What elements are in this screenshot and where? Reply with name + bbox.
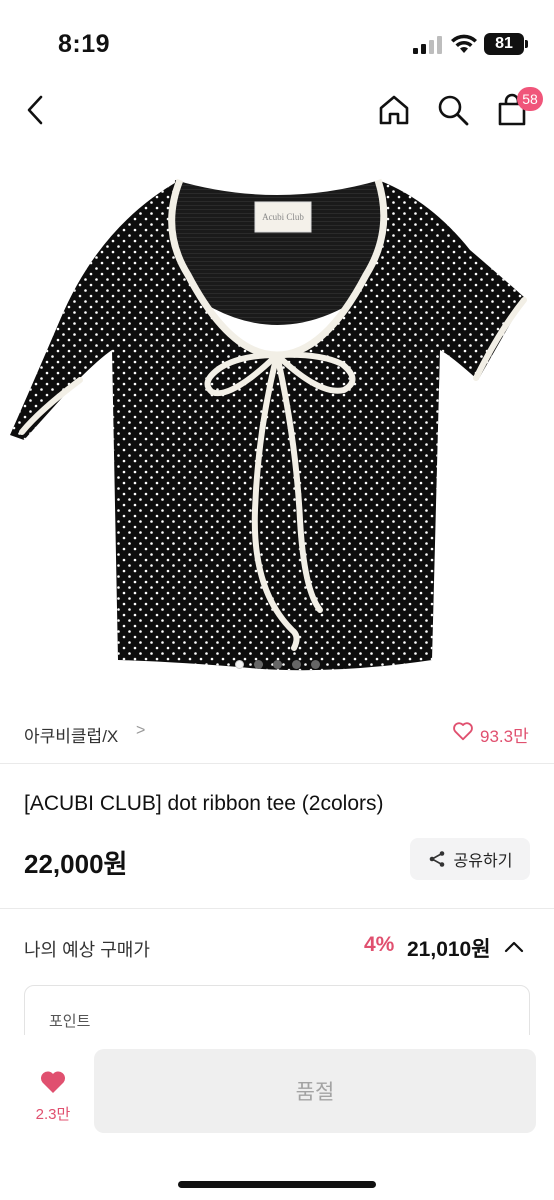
back-button[interactable]	[14, 88, 58, 132]
like-count: 93.3만	[480, 727, 529, 746]
soldout-label: 품절	[295, 1081, 335, 1104]
home-icon	[379, 95, 409, 125]
pagination-dot[interactable]	[253, 660, 263, 669]
pagination-dot[interactable]	[310, 660, 320, 669]
battery-indicator: 81	[484, 33, 524, 55]
point-label: 포인트	[49, 1013, 91, 1030]
pagination-dot[interactable]	[291, 660, 301, 669]
pagination-dot[interactable]	[234, 660, 244, 669]
wishlist-button[interactable]: 2.3만	[22, 1065, 84, 1129]
expected-price: 21,010원	[407, 938, 491, 961]
product-price: 22,000원	[24, 849, 128, 879]
home-button[interactable]	[372, 88, 416, 132]
divider	[0, 763, 554, 764]
bottom-action-bar: 2.3만 품절	[0, 1035, 554, 1200]
battery-tip	[525, 40, 528, 48]
search-button[interactable]	[431, 88, 475, 132]
share-icon	[429, 851, 444, 867]
chevron-up-icon[interactable]	[503, 936, 525, 958]
wishlist-count: 2.3만	[35, 1106, 71, 1123]
heart-outline-icon[interactable]	[452, 720, 474, 742]
share-button[interactable]: 공유하기	[410, 838, 530, 880]
expected-price-label: 나의 예상 구매가	[24, 940, 150, 960]
soldout-button[interactable]: 품절	[94, 1049, 536, 1133]
chevron-left-icon	[27, 95, 43, 125]
product-title: [ACUBI CLUB] dot ribbon tee (2colors)	[24, 792, 384, 815]
home-indicator	[178, 1181, 376, 1188]
chevron-right-icon: >	[136, 722, 146, 739]
pagination-dot[interactable]	[272, 660, 282, 669]
discount-rate: 4%	[364, 933, 395, 956]
status-time: 8:19	[58, 30, 111, 58]
image-pagination	[0, 660, 554, 670]
status-bar: 8:19 81	[0, 0, 554, 88]
cart-count-badge: 58	[517, 87, 543, 111]
cellular-signal-icon	[413, 36, 442, 54]
share-label: 공유하기	[453, 853, 513, 870]
search-icon	[438, 95, 469, 126]
divider	[0, 908, 554, 909]
heart-filled-icon	[40, 1071, 66, 1093]
neck-tag-text: Acubi Club	[262, 212, 304, 222]
wifi-icon	[451, 34, 477, 53]
nav-bar	[0, 80, 554, 140]
brand-name[interactable]: 아쿠비클럽/X	[24, 722, 118, 747]
product-image[interactable]: Acubi Club	[0, 150, 554, 685]
brand-row[interactable]: 아쿠비클럽/X > 93.3만	[0, 708, 554, 756]
